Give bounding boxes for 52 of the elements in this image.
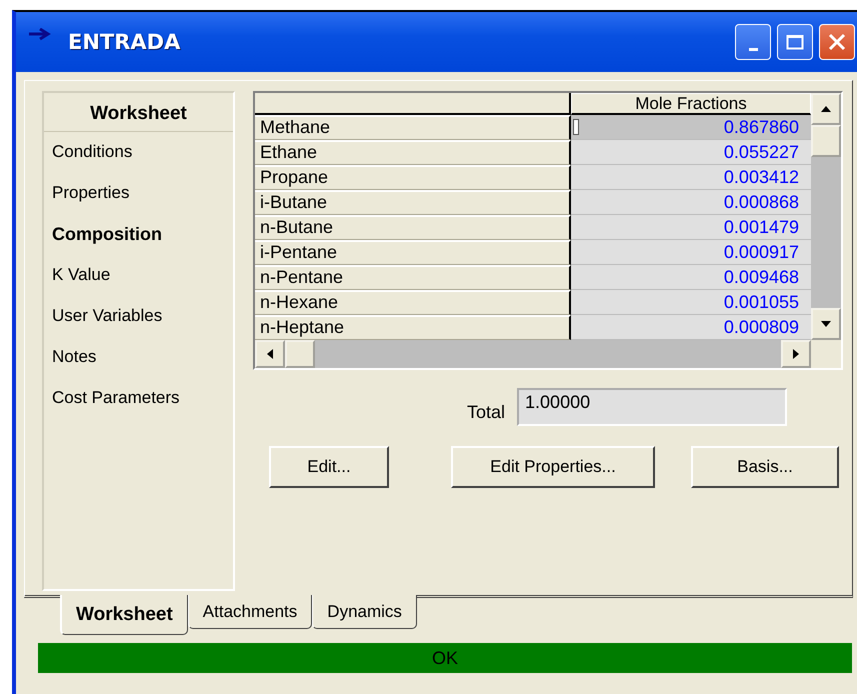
sidebar-item[interactable]: Properties (44, 178, 233, 219)
close-button[interactable] (819, 24, 855, 60)
tab[interactable]: Dynamics (312, 595, 417, 629)
value-cell[interactable]: 0.001479 (571, 215, 811, 240)
action-button[interactable]: Edit... (269, 446, 389, 488)
row-header: Ethane (255, 140, 571, 165)
action-button[interactable]: Edit Properties... (451, 446, 655, 488)
value-cell[interactable]: 0.000868 (571, 190, 811, 215)
action-button[interactable]: Basis... (691, 446, 839, 488)
sidebar-item[interactable]: Notes (44, 342, 233, 383)
row-header: n-Butane (255, 215, 571, 240)
vertical-scrollbar[interactable] (811, 93, 841, 340)
text-cursor-icon (573, 119, 579, 135)
up-arrow-icon (820, 105, 832, 113)
window-title: ENTRADA (68, 30, 180, 54)
value-cell[interactable]: 0.000917 (571, 240, 811, 265)
sidebar-item[interactable]: Cost Parameters (44, 383, 233, 424)
sidebar-item[interactable]: User Variables (44, 301, 233, 342)
value-cell[interactable]: 0.867860 (571, 115, 811, 140)
sidebar-heading: Worksheet (44, 93, 233, 132)
row-header: Methane (255, 115, 571, 140)
close-icon (828, 33, 846, 51)
tab[interactable]: Worksheet (60, 595, 188, 635)
row-header: i-Butane (255, 190, 571, 215)
status-bar: OK (38, 643, 852, 673)
row-header: n-Pentane (255, 265, 571, 290)
sidebar-item[interactable]: Composition (44, 219, 233, 260)
row-header: n-Hexane (255, 290, 571, 315)
value-cell[interactable]: 0.003412 (571, 165, 811, 190)
maximize-icon (786, 34, 804, 50)
value-cell[interactable]: 0.009468 (571, 265, 811, 290)
minimize-icon (748, 48, 758, 50)
row-header: i-Pentane (255, 240, 571, 265)
total-label: Total (467, 402, 506, 422)
minimize-button[interactable] (735, 24, 771, 60)
total-field[interactable]: 1.00000 (517, 388, 788, 426)
column-header: Mole Fractions (571, 93, 811, 115)
left-arrow-icon (266, 348, 274, 360)
scroll-thumb[interactable] (285, 340, 315, 368)
down-arrow-icon (820, 320, 832, 328)
value-cell[interactable]: 0.001055 (571, 290, 811, 315)
row-header: Propane (255, 165, 571, 190)
tab[interactable]: Attachments (188, 595, 312, 629)
scroll-thumb[interactable] (811, 125, 841, 157)
value-cell[interactable]: 0.000809 (571, 315, 811, 340)
row-header: n-Heptane (255, 315, 571, 340)
value-cell[interactable]: 0.055227 (571, 140, 811, 165)
maximize-button[interactable] (777, 24, 813, 60)
sidebar-item[interactable]: K Value (44, 260, 233, 301)
sidebar-item[interactable]: Conditions (44, 137, 233, 178)
right-arrow-icon (792, 348, 800, 360)
horizontal-scrollbar[interactable] (255, 340, 811, 368)
